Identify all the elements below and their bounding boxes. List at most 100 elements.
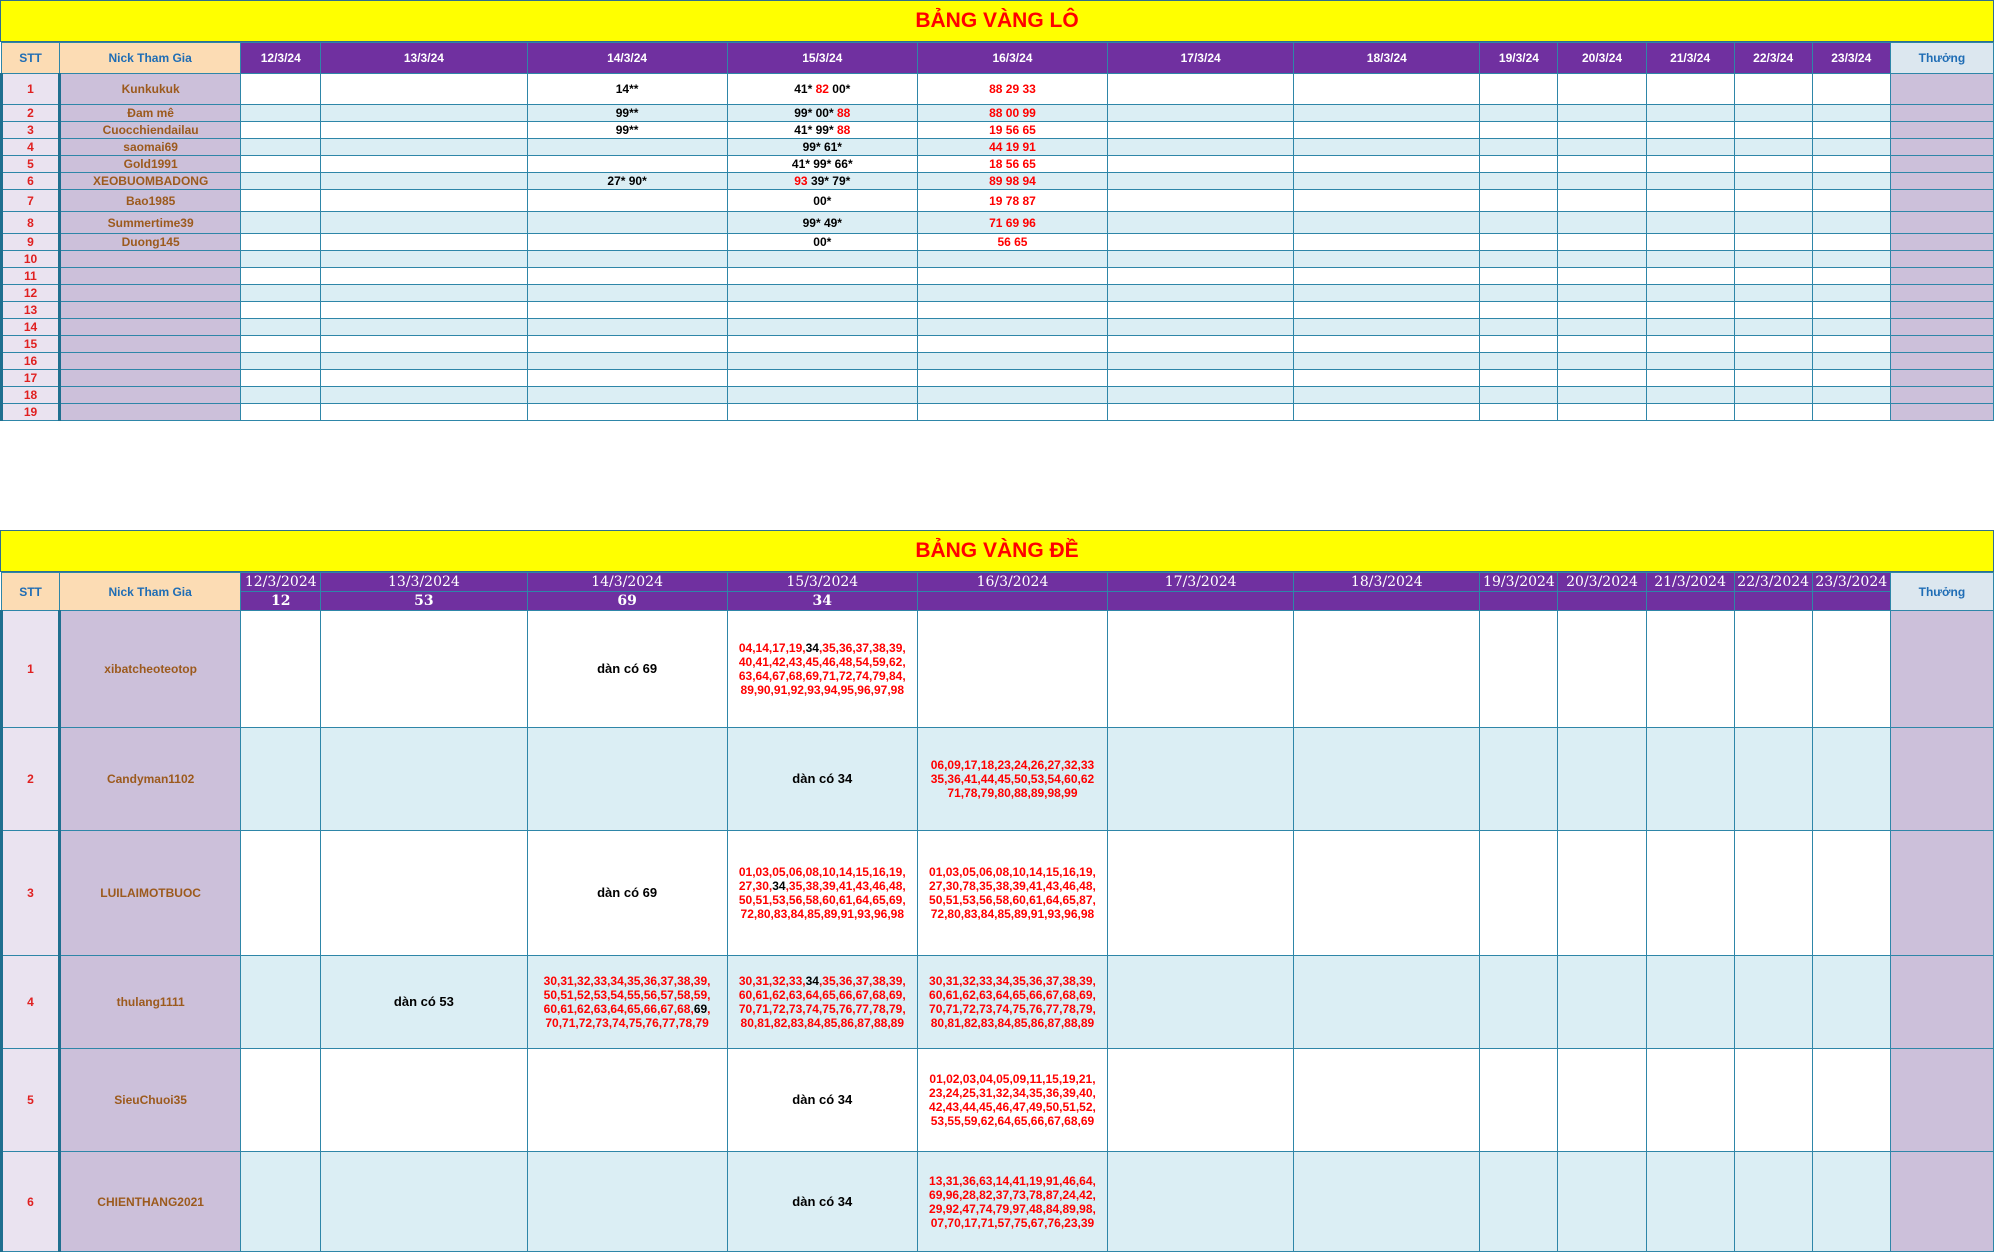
- header-result[interactable]: 69: [526, 591, 728, 611]
- row-cell[interactable]: [526, 318, 728, 336]
- row-cell[interactable]: [726, 301, 918, 319]
- row-cell[interactable]: [1293, 403, 1481, 421]
- row-cell[interactable]: 30,31,32,33,34,35,36,37,38,39, 60,61,62,6…: [726, 955, 918, 1049]
- row-cell[interactable]: [726, 284, 918, 302]
- row-cell[interactable]: [1107, 284, 1295, 302]
- header-result[interactable]: [1645, 591, 1735, 611]
- row-cell[interactable]: [1557, 386, 1647, 404]
- row-stt[interactable]: 17: [0, 369, 62, 387]
- row-cell[interactable]: [1645, 250, 1735, 268]
- row-cell[interactable]: [1557, 318, 1647, 336]
- row-nick[interactable]: SieuChuoi35: [59, 1048, 242, 1152]
- row-cell[interactable]: [1733, 250, 1813, 268]
- row-nick[interactable]: [59, 318, 242, 336]
- row-cell[interactable]: [1557, 172, 1647, 190]
- row-cell[interactable]: [526, 727, 728, 831]
- row-cell[interactable]: [1811, 211, 1891, 234]
- row-cell[interactable]: [1107, 403, 1295, 421]
- row-cell[interactable]: [1479, 121, 1559, 139]
- row-cell[interactable]: [1733, 211, 1813, 234]
- row-cell[interactable]: [1811, 335, 1891, 353]
- row-cell[interactable]: [1811, 403, 1891, 421]
- row-cell[interactable]: [1557, 1048, 1647, 1152]
- header-result[interactable]: [1479, 591, 1559, 611]
- row-cell[interactable]: [1811, 284, 1891, 302]
- row-stt[interactable]: 10: [0, 250, 62, 268]
- header-date[interactable]: 19/3/24: [1479, 42, 1559, 74]
- row-thuong[interactable]: [1889, 352, 1994, 370]
- row-cell[interactable]: [1645, 138, 1735, 156]
- row-stt[interactable]: 12: [0, 284, 62, 302]
- row-cell[interactable]: [1557, 211, 1647, 234]
- row-cell[interactable]: [240, 189, 322, 212]
- row-cell[interactable]: [240, 335, 322, 353]
- row-cell[interactable]: [1293, 335, 1481, 353]
- row-cell[interactable]: [320, 233, 528, 251]
- header-date[interactable]: 20/3/24: [1557, 42, 1647, 74]
- header-result[interactable]: [1557, 591, 1647, 611]
- row-cell[interactable]: [1811, 138, 1891, 156]
- row-stt[interactable]: 16: [0, 352, 62, 370]
- row-cell[interactable]: 27* 90*: [526, 172, 728, 190]
- row-cell[interactable]: [320, 155, 528, 173]
- row-cell[interactable]: [1811, 955, 1891, 1049]
- row-cell[interactable]: 99**: [526, 104, 728, 122]
- row-cell[interactable]: [1645, 352, 1735, 370]
- header-stt[interactable]: STT: [0, 42, 61, 74]
- row-cell[interactable]: [1107, 1048, 1295, 1152]
- row-cell[interactable]: dàn có 34: [726, 1151, 918, 1252]
- row-cell[interactable]: [1293, 155, 1481, 173]
- row-cell[interactable]: 00*: [726, 233, 918, 251]
- row-cell[interactable]: [1811, 121, 1891, 139]
- row-cell[interactable]: [1293, 1048, 1481, 1152]
- row-nick[interactable]: LUILAIMOTBUOC: [59, 830, 242, 956]
- row-cell[interactable]: [1107, 727, 1295, 831]
- row-thuong[interactable]: [1889, 335, 1994, 353]
- row-cell[interactable]: [1733, 104, 1813, 122]
- row-cell[interactable]: [1479, 104, 1559, 122]
- row-thuong[interactable]: [1889, 955, 1994, 1049]
- row-cell[interactable]: 14**: [526, 73, 728, 105]
- row-nick[interactable]: [59, 284, 242, 302]
- row-nick[interactable]: [59, 403, 242, 421]
- row-cell[interactable]: [240, 121, 322, 139]
- row-cell[interactable]: [320, 172, 528, 190]
- row-cell[interactable]: [240, 1048, 322, 1152]
- row-stt[interactable]: 5: [0, 155, 62, 173]
- row-cell[interactable]: [1293, 172, 1481, 190]
- row-cell[interactable]: [240, 955, 322, 1049]
- row-nick[interactable]: Gold1991: [59, 155, 242, 173]
- row-thuong[interactable]: [1889, 138, 1994, 156]
- row-cell[interactable]: [1733, 386, 1813, 404]
- header-date[interactable]: 14/3/24: [526, 42, 728, 74]
- row-cell[interactable]: [320, 403, 528, 421]
- row-cell[interactable]: [1557, 233, 1647, 251]
- row-cell[interactable]: 88 29 33: [916, 73, 1109, 105]
- row-cell[interactable]: 41* 99* 66*: [726, 155, 918, 173]
- row-cell[interactable]: [1557, 121, 1647, 139]
- row-cell[interactable]: 04,14,17,19,34,35,36,37,38,39, 40,41,42,4…: [726, 610, 918, 728]
- header-result[interactable]: 12: [240, 591, 322, 611]
- row-cell[interactable]: [320, 335, 528, 353]
- row-cell[interactable]: [526, 211, 728, 234]
- row-cell[interactable]: [1293, 318, 1481, 336]
- row-thuong[interactable]: [1889, 610, 1994, 728]
- row-cell[interactable]: [1645, 284, 1735, 302]
- row-cell[interactable]: [1479, 1151, 1559, 1252]
- row-cell[interactable]: [526, 1048, 728, 1152]
- row-cell[interactable]: [1733, 138, 1813, 156]
- row-cell[interactable]: [320, 138, 528, 156]
- row-stt[interactable]: 15: [0, 335, 62, 353]
- row-cell[interactable]: [240, 352, 322, 370]
- row-stt[interactable]: 7: [0, 189, 62, 212]
- row-nick[interactable]: [59, 267, 242, 285]
- row-cell[interactable]: [320, 73, 528, 105]
- row-cell[interactable]: [1557, 727, 1647, 831]
- row-cell[interactable]: 41* 82 00*: [726, 73, 918, 105]
- row-cell[interactable]: [526, 369, 728, 387]
- row-cell[interactable]: [1645, 335, 1735, 353]
- row-nick[interactable]: [59, 250, 242, 268]
- row-cell[interactable]: 18 56 65: [916, 155, 1109, 173]
- row-nick[interactable]: [59, 386, 242, 404]
- row-cell[interactable]: [1479, 233, 1559, 251]
